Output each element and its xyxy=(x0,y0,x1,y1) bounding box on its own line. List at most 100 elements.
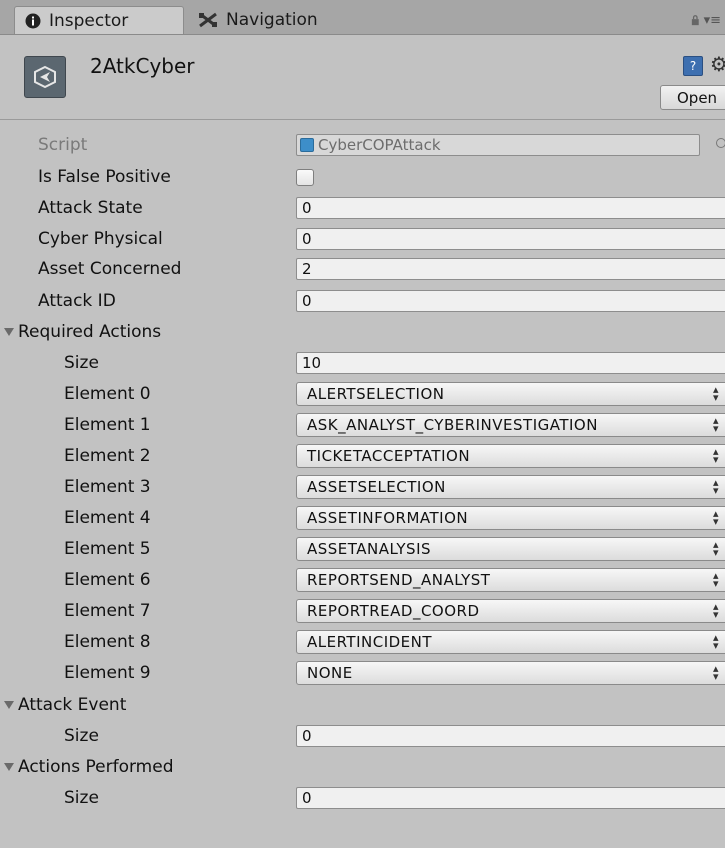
foldout-arrow-icon[interactable] xyxy=(4,763,14,771)
attack-state-label: Attack State xyxy=(38,198,143,218)
attack-state-row: Attack State 0 xyxy=(0,193,725,225)
element-row: Element 9 NONE ▴ ▾ xyxy=(0,658,725,690)
script-row: Script CyberCOPAttack xyxy=(0,130,725,162)
foldout-arrow-icon[interactable] xyxy=(4,701,14,709)
attack-event-size-input[interactable]: 0 xyxy=(296,725,725,747)
element-row: Element 2 TICKETACCEPTATION ▴ ▾ xyxy=(0,441,725,473)
dropdown-value: REPORTSEND_ANALYST xyxy=(307,571,491,589)
element-row: Element 0 ALERTSELECTION ▴ ▾ xyxy=(0,379,725,411)
object-name: 2AtkCyber xyxy=(90,54,195,78)
attack-event-label: Attack Event xyxy=(18,695,127,715)
tab-label: Inspector xyxy=(49,10,129,31)
attack-id-input[interactable]: 0 xyxy=(296,290,725,312)
required-actions-size-input[interactable]: 10 xyxy=(296,352,725,374)
dropdown-arrows-icon: ▴ ▾ xyxy=(713,600,720,621)
dropdown-value: ASSETANALYSIS xyxy=(307,540,432,558)
dropdown-value: TICKETACCEPTATION xyxy=(307,447,471,465)
tab-bar: Inspector Navigation ▾≡ xyxy=(0,0,725,35)
asset-concerned-label: Asset Concerned xyxy=(38,259,182,279)
element-dropdown[interactable]: ALERTINCIDENT ▴ ▾ xyxy=(296,630,725,654)
gear-icon[interactable]: ⚙ xyxy=(710,52,725,76)
actions-performed-label: Actions Performed xyxy=(18,757,174,777)
info-icon xyxy=(25,13,41,29)
dropdown-value: ASSETINFORMATION xyxy=(307,509,469,527)
dropdown-value: ALERTINCIDENT xyxy=(307,633,433,651)
required-actions-size-row: Size 10 xyxy=(0,348,725,380)
dropdown-value: ASK_ANALYST_CYBERINVESTIGATION xyxy=(307,416,598,434)
element-dropdown[interactable]: ALERTSELECTION ▴ ▾ xyxy=(296,382,725,406)
cyber-physical-input[interactable]: 0 xyxy=(296,228,725,250)
element-dropdown[interactable]: TICKETACCEPTATION ▴ ▾ xyxy=(296,444,725,468)
attack-event-foldout[interactable]: Attack Event xyxy=(0,690,725,722)
asset-concerned-row: Asset Concerned 2 xyxy=(0,254,725,286)
dropdown-arrows-icon: ▴ ▾ xyxy=(713,662,720,683)
cyber-physical-label: Cyber Physical xyxy=(38,229,163,249)
element-row: Element 4 ASSETINFORMATION ▴ ▾ xyxy=(0,503,725,535)
size-label: Size xyxy=(64,353,99,373)
element-label: Element 4 xyxy=(64,508,151,528)
element-dropdown[interactable]: REPORTREAD_COORD ▴ ▾ xyxy=(296,599,725,623)
help-book-icon[interactable]: ? xyxy=(683,56,703,76)
required-actions-label: Required Actions xyxy=(18,322,162,342)
cyber-physical-row: Cyber Physical 0 xyxy=(0,224,725,256)
object-picker-icon[interactable] xyxy=(716,138,725,148)
element-row: Element 7 REPORTREAD_COORD ▴ ▾ xyxy=(0,596,725,628)
navigation-icon xyxy=(198,12,218,28)
tab-label: Navigation xyxy=(226,10,318,30)
required-actions-foldout[interactable]: Required Actions xyxy=(0,317,725,349)
element-row: Element 3 ASSETSELECTION ▴ ▾ xyxy=(0,472,725,504)
dropdown-arrows-icon: ▴ ▾ xyxy=(713,507,720,528)
element-label: Element 0 xyxy=(64,384,151,404)
element-dropdown[interactable]: ASSETANALYSIS ▴ ▾ xyxy=(296,537,725,561)
element-label: Element 3 xyxy=(64,477,151,497)
script-field: CyberCOPAttack xyxy=(296,134,700,156)
element-label: Element 6 xyxy=(64,570,151,590)
element-dropdown[interactable]: NONE ▴ ▾ xyxy=(296,661,725,685)
dropdown-arrows-icon: ▴ ▾ xyxy=(713,414,720,435)
script-value: CyberCOPAttack xyxy=(318,136,441,154)
dropdown-value: REPORTREAD_COORD xyxy=(307,602,480,620)
script-label: Script xyxy=(38,135,88,155)
element-dropdown[interactable]: REPORTSEND_ANALYST ▴ ▾ xyxy=(296,568,725,592)
attack-event-size-row: Size 0 xyxy=(0,721,725,753)
dropdown-value: ASSETSELECTION xyxy=(307,478,446,496)
dropdown-arrows-icon: ▴ ▾ xyxy=(713,476,720,497)
element-dropdown[interactable]: ASK_ANALYST_CYBERINVESTIGATION ▴ ▾ xyxy=(296,413,725,437)
attack-state-input[interactable]: 0 xyxy=(296,197,725,219)
lock-icon[interactable]: ▾≡ xyxy=(691,10,721,30)
actions-performed-size-row: Size 0 xyxy=(0,783,725,815)
element-dropdown[interactable]: ASSETINFORMATION ▴ ▾ xyxy=(296,506,725,530)
dropdown-value: NONE xyxy=(307,664,353,682)
element-label: Element 1 xyxy=(64,415,151,435)
actions-performed-foldout[interactable]: Actions Performed xyxy=(0,752,725,784)
is-false-positive-checkbox[interactable] xyxy=(296,169,314,186)
attack-id-row: Attack ID 0 xyxy=(0,286,725,318)
dropdown-arrows-icon: ▴ ▾ xyxy=(713,631,720,652)
script-icon xyxy=(300,138,314,152)
size-label: Size xyxy=(64,726,99,746)
element-row: Element 5 ASSETANALYSIS ▴ ▾ xyxy=(0,534,725,566)
game-object-icon xyxy=(24,56,66,98)
element-row: Element 1 ASK_ANALYST_CYBERINVESTIGATION… xyxy=(0,410,725,442)
dropdown-value: ALERTSELECTION xyxy=(307,385,445,403)
dropdown-arrows-icon: ▴ ▾ xyxy=(713,383,720,404)
size-label: Size xyxy=(64,788,99,808)
element-label: Element 2 xyxy=(64,446,151,466)
foldout-arrow-icon[interactable] xyxy=(4,328,14,336)
dropdown-arrows-icon: ▴ ▾ xyxy=(713,538,720,559)
asset-concerned-input[interactable]: 2 xyxy=(296,258,725,280)
element-row: Element 8 ALERTINCIDENT ▴ ▾ xyxy=(0,627,725,659)
dropdown-arrows-icon: ▴ ▾ xyxy=(713,445,720,466)
tab-inspector[interactable]: Inspector xyxy=(14,6,184,34)
actions-performed-size-input[interactable]: 0 xyxy=(296,787,725,809)
is-false-positive-label: Is False Positive xyxy=(38,167,171,187)
open-button[interactable]: Open xyxy=(660,85,725,110)
element-label: Element 5 xyxy=(64,539,151,559)
attack-id-label: Attack ID xyxy=(38,291,116,311)
tab-menu-icon[interactable]: ▾≡ xyxy=(704,13,721,28)
element-label: Element 7 xyxy=(64,601,151,621)
element-dropdown[interactable]: ASSETSELECTION ▴ ▾ xyxy=(296,475,725,499)
element-label: Element 8 xyxy=(64,632,151,652)
header-divider xyxy=(0,119,725,120)
tab-navigation[interactable]: Navigation xyxy=(198,6,318,34)
